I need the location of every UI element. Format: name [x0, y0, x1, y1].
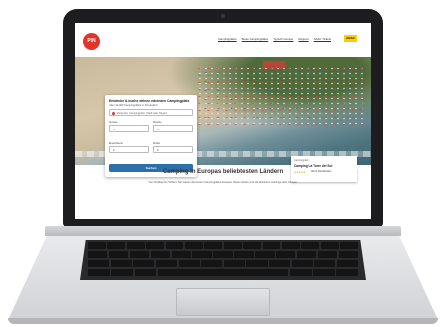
- nav-link-adac-tickets[interactable]: ADAC Tickets: [314, 37, 331, 41]
- location-placeholder: Reiseziel, Campingplatz, Stadt oder Regi…: [117, 112, 168, 115]
- arrival-date-field[interactable]: —: [109, 125, 149, 132]
- adults-select[interactable]: 2: [109, 146, 149, 153]
- laptop-base-edge: [8, 318, 438, 324]
- departure-label: Abreise: [153, 121, 162, 124]
- children-select[interactable]: 0: [153, 146, 193, 153]
- laptop-screen: PiN Campingplätze Beste Campingplätze Ty…: [75, 23, 371, 219]
- search-subtitle: Über 10.000 Campingplätze in 40 Ländern: [109, 104, 158, 107]
- arrival-label: Anreise: [109, 121, 118, 124]
- webcam: [221, 14, 225, 18]
- campsite-search-panel: Entdecke & buche deinen nächsten Camping…: [105, 95, 197, 177]
- location-pin-icon: [111, 111, 116, 116]
- featured-kicker: Campingplatz: [294, 159, 309, 162]
- trackpad: [176, 288, 270, 316]
- adults-label: Erwachsene: [109, 142, 123, 145]
- beach-umbrellas: [195, 65, 365, 125]
- laptop-hinge: [45, 226, 401, 236]
- nav-link-campsites[interactable]: Campingplätze: [218, 37, 237, 41]
- section-heading: Camping in Europas beliebtesten Ländern: [162, 169, 284, 175]
- nav-link-best-campsites[interactable]: Beste Campingplätze: [242, 37, 269, 41]
- section-description: Von Nordkap bis Sizilien: hier warten di…: [148, 181, 298, 184]
- location-search-input[interactable]: Reiseziel, Campingplatz, Stadt oder Regi…: [109, 109, 193, 116]
- nav-link-typical-camper[interactable]: Typisch Camper: [273, 37, 293, 41]
- adac-logo[interactable]: ADAC: [344, 35, 357, 42]
- camera-icon: [353, 165, 358, 169]
- departure-date-field[interactable]: —: [153, 125, 193, 132]
- featured-campsite-name: Camping La Torre del Sol: [294, 164, 333, 168]
- children-label: Kinder: [153, 142, 161, 145]
- keyboard: [80, 240, 366, 280]
- main-navigation: Campingplätze Beste Campingplätze Typisc…: [218, 37, 331, 41]
- nav-link-regions[interactable]: Regions: [298, 37, 308, 41]
- search-title: Entdecke & buche deinen nächsten Camping…: [109, 99, 190, 103]
- laptop-lid: PiN Campingplätze Beste Campingplätze Ty…: [63, 9, 383, 227]
- hero-beach-image: Entdecke & buche deinen nächsten Camping…: [75, 57, 371, 182]
- pincamp-logo[interactable]: PiN: [83, 33, 100, 50]
- site-header: PiN Campingplätze Beste Campingplätze Ty…: [75, 23, 371, 57]
